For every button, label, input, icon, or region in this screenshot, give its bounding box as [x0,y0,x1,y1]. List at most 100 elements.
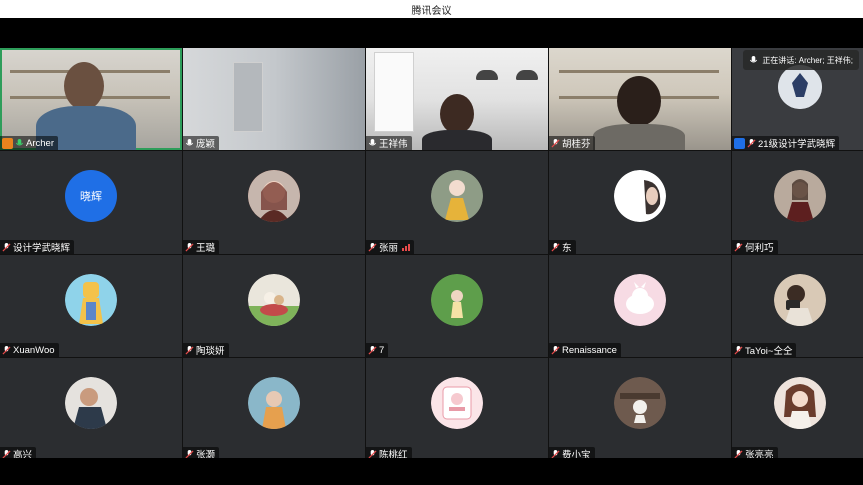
avatar-image [431,273,483,326]
participant-name: 东 [562,243,572,254]
participant-video-body [422,130,492,150]
participant-namebar: 庞颖 [183,136,220,150]
participant-avatar [614,273,666,326]
door-frame [233,62,263,132]
participant-namebar: Archer [0,136,58,150]
participant-name: XuanWoo [13,344,55,356]
participant-name: 21级设计学武晓辉 [758,139,836,150]
mic-muted-icon [551,242,560,252]
participant-avatar [431,273,483,326]
weak-signal-icon [402,243,411,251]
participant-video-face [440,94,474,134]
participant-tile[interactable]: 7 [366,255,548,357]
participant-name: 何利巧 [745,243,774,254]
avatar-image [248,377,300,430]
participant-tile[interactable]: Renaissance [549,255,731,357]
mic-muted-icon [551,345,560,355]
mic-active-icon [15,138,24,146]
participant-tile[interactable]: 胡桂芬 [549,48,731,150]
participant-tile[interactable]: Archer [0,48,182,150]
participant-name: Renaissance [562,344,617,356]
participant-namebar: 21级设计学武晓辉 [732,136,840,150]
participant-avatar [248,273,300,326]
participant-namebar: 何利巧 [732,240,778,254]
avatar-image [248,170,300,223]
mic-muted-icon [2,242,11,252]
mic-muted-icon [185,345,194,355]
mic-icon [185,138,194,146]
top-toolbar-area [0,18,863,48]
participant-tile[interactable]: 何利巧 [732,151,863,254]
participant-namebar: 7 [366,343,389,357]
avatar-image [614,273,666,326]
participant-tile[interactable]: 张丽 [366,151,548,254]
participant-namebar: XuanWoo [0,343,59,357]
participant-tile[interactable]: 陶琰妍 [183,255,365,357]
participant-avatar [65,377,117,430]
participant-avatar [248,377,300,430]
avatar-image [773,377,826,430]
participant-tile[interactable]: 东 [549,151,731,254]
speaking-text: 正在讲话: Archer; 王祥伟; [762,55,853,65]
participant-namebar: 王璐 [183,240,220,254]
participant-avatar [431,377,483,430]
participant-namebar: 王祥伟 [366,136,412,150]
participant-tile[interactable]: 王祥伟 [366,48,548,150]
mic-muted-icon [368,345,377,355]
participant-namebar: 设计学武晓辉 [0,240,75,254]
participant-name: 庞颖 [196,139,216,150]
host-icon [2,137,13,149]
avatar-text: 晓辉 [80,191,102,204]
avatar-image [773,273,826,326]
avatar-image [614,377,666,430]
participant-tile[interactable]: 庞颖 [183,48,365,150]
participant-namebar: 张丽 [366,240,415,254]
participant-tile[interactable]: XuanWoo [0,255,182,357]
avatar-image [431,170,483,223]
participant-namebar: 胡桂芬 [549,136,595,150]
speaker-icon [750,55,758,63]
window-titlebar: 腾讯会议 [0,0,863,18]
participant-avatar [431,170,483,223]
mic-muted-icon [734,242,743,252]
participant-avatar [614,170,666,223]
participant-namebar: TaYoi~仝仝 [732,343,797,357]
participant-avatar [614,377,666,430]
participant-video-body [593,124,685,150]
cohost-icon [734,137,745,149]
participant-tile[interactable]: TaYoi~仝仝 [732,255,863,357]
participant-avatar [773,170,826,223]
bottom-toolbar-area [0,458,863,485]
avatar-image [773,170,826,223]
participant-namebar: 东 [549,240,576,254]
avatar-image [777,64,822,109]
avatar-image [65,377,117,430]
participant-avatar [773,273,826,326]
participant-tile[interactable]: 高兴 [0,358,182,461]
speaking-indicator: 正在讲话: Archer; 王祥伟; [743,50,859,70]
participant-avatar [248,170,300,223]
mic-muted-icon [185,242,194,252]
participant-video-face [64,62,104,110]
participant-tile[interactable]: 张灏 [183,358,365,461]
participant-tile[interactable]: 费小宝 [549,358,731,461]
mic-muted-icon [551,138,560,148]
participant-tile[interactable]: 晓辉 设计学武晓辉 [0,151,182,254]
participant-name: 7 [379,344,385,356]
bookshelf [559,70,719,73]
avatar-image [431,377,483,430]
participant-avatar [65,273,117,326]
window-title: 腾讯会议 [411,5,452,17]
ceiling-lamp [516,70,538,80]
participant-tile[interactable]: 王璐 [183,151,365,254]
participant-name: 王祥伟 [379,139,408,150]
avatar-image [65,273,117,326]
participant-grid: Archer 庞颖 王祥伟 胡桂芬 21级设计学武晓辉 晓辉 设计学武晓辉 王璐… [0,48,863,461]
participant-tile[interactable]: 陈桃红 [366,358,548,461]
participant-name: Archer [26,137,54,149]
window [374,52,414,132]
avatar-image [614,170,666,223]
participant-tile[interactable]: 张亮亮 [732,358,863,461]
mic-muted-icon [734,345,743,355]
ceiling-lamp [476,70,498,80]
